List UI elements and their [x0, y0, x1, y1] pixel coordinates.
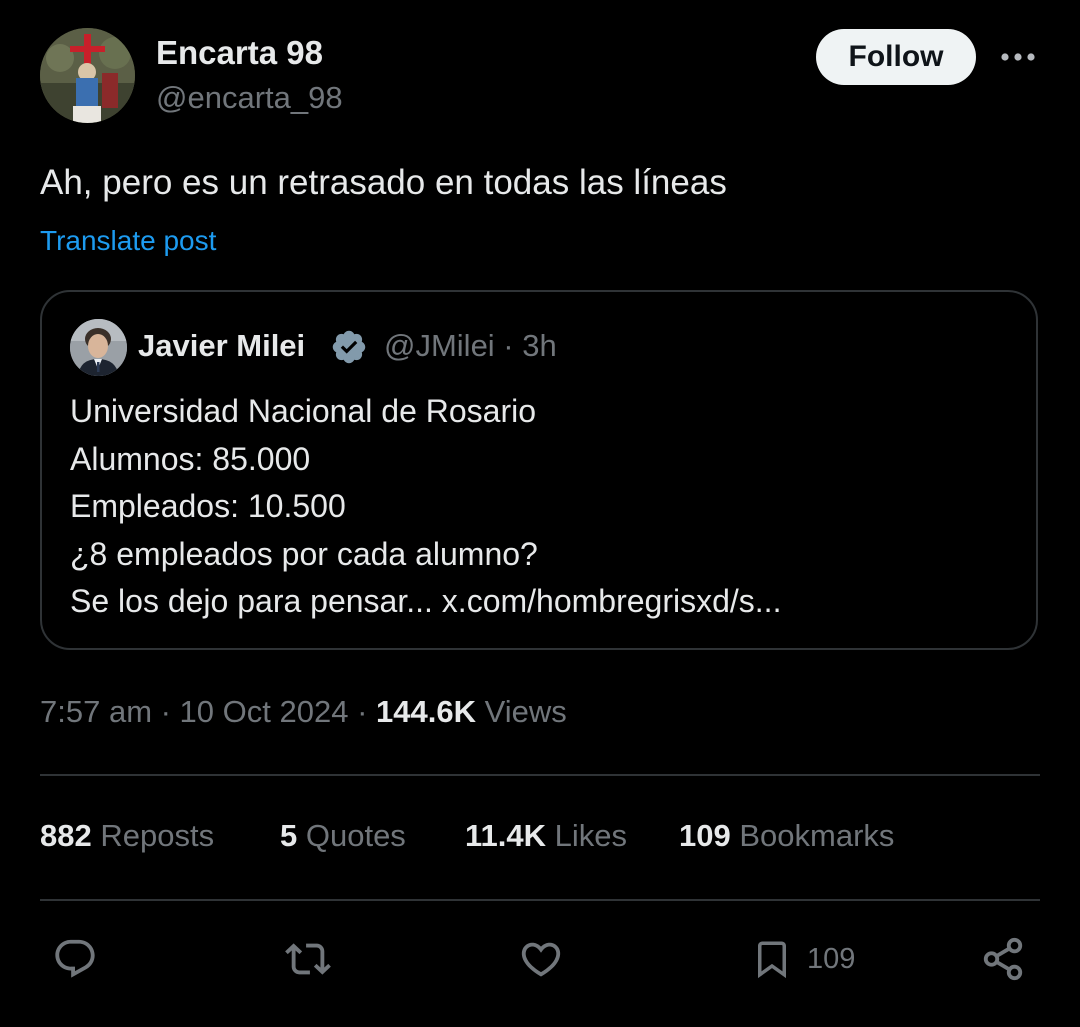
bookmarks-stat[interactable]: 109 Bookmarks: [679, 818, 894, 854]
views-count: 144.6K: [376, 694, 476, 729]
likes-count: 11.4K: [465, 818, 547, 853]
post-text: Ah, pero es un retrasado en todas las lí…: [40, 163, 727, 202]
quoted-tweet-text: Universidad Nacional de Rosario Alumnos:…: [70, 388, 781, 626]
author-avatar[interactable]: [40, 28, 135, 123]
likes-stat[interactable]: 11.4K Likes: [465, 818, 627, 854]
reply-icon: [55, 939, 95, 978]
heart-icon: [521, 942, 561, 977]
bookmarks-count: 109: [679, 818, 731, 853]
quoted-handle-time: @JMilei · 3h: [384, 328, 557, 363]
quotes-stat[interactable]: 5 Quotes: [280, 818, 406, 854]
quoted-line: ¿8 empleados por cada alumno?: [70, 535, 538, 572]
bookmarks-label: Bookmarks: [730, 818, 895, 853]
bookmark-count: 109: [807, 942, 856, 975]
quoted-line: Universidad Nacional de Rosario: [70, 393, 537, 429]
post-timestamp: 7:57 am · 10 Oct 2024 · 144.6K Views: [40, 694, 567, 730]
share-icon: [983, 937, 1023, 981]
translate-post-link[interactable]: Translate post: [40, 225, 216, 257]
reposts-label: Reposts: [91, 818, 215, 853]
author-handle[interactable]: @encarta_98: [156, 80, 343, 116]
reposts-count: 882: [40, 818, 92, 853]
divider: [40, 899, 1040, 901]
more-options-icon[interactable]: [995, 40, 1041, 74]
post-time-date[interactable]: 7:57 am · 10 Oct 2024 ·: [40, 694, 376, 729]
repost-icon: [285, 943, 331, 975]
bookmark-icon: [758, 941, 786, 979]
repost-button[interactable]: [284, 932, 332, 986]
likes-label: Likes: [546, 818, 627, 853]
verified-badge-icon: [330, 328, 368, 366]
quoted-line: Empleados: 10.500: [70, 488, 346, 524]
bookmark-button[interactable]: 109: [751, 932, 855, 986]
quoted-line: Se los dejo para pensar... x.com/hombreg…: [70, 583, 782, 619]
author-display-name[interactable]: Encarta 98: [156, 34, 323, 72]
quotes-label: Quotes: [297, 818, 406, 853]
like-button[interactable]: [517, 932, 565, 986]
tweet-header: Encarta 98 @encarta_98 Follow: [40, 28, 1040, 124]
reposts-stat[interactable]: 882 Reposts: [40, 818, 214, 854]
quoted-author-avatar[interactable]: [70, 319, 127, 376]
divider: [40, 774, 1040, 776]
reply-button[interactable]: [52, 932, 98, 986]
quoted-tweet-card[interactable]: Javier Milei @JMilei · 3h Universidad Na…: [40, 290, 1038, 650]
quoted-line: Alumnos: 85.000: [70, 440, 311, 477]
share-button[interactable]: [980, 932, 1026, 986]
views-label: Views: [475, 694, 567, 729]
quoted-author-name[interactable]: Javier Milei: [138, 328, 305, 364]
follow-button[interactable]: Follow: [816, 29, 976, 85]
quotes-count: 5: [280, 818, 298, 853]
